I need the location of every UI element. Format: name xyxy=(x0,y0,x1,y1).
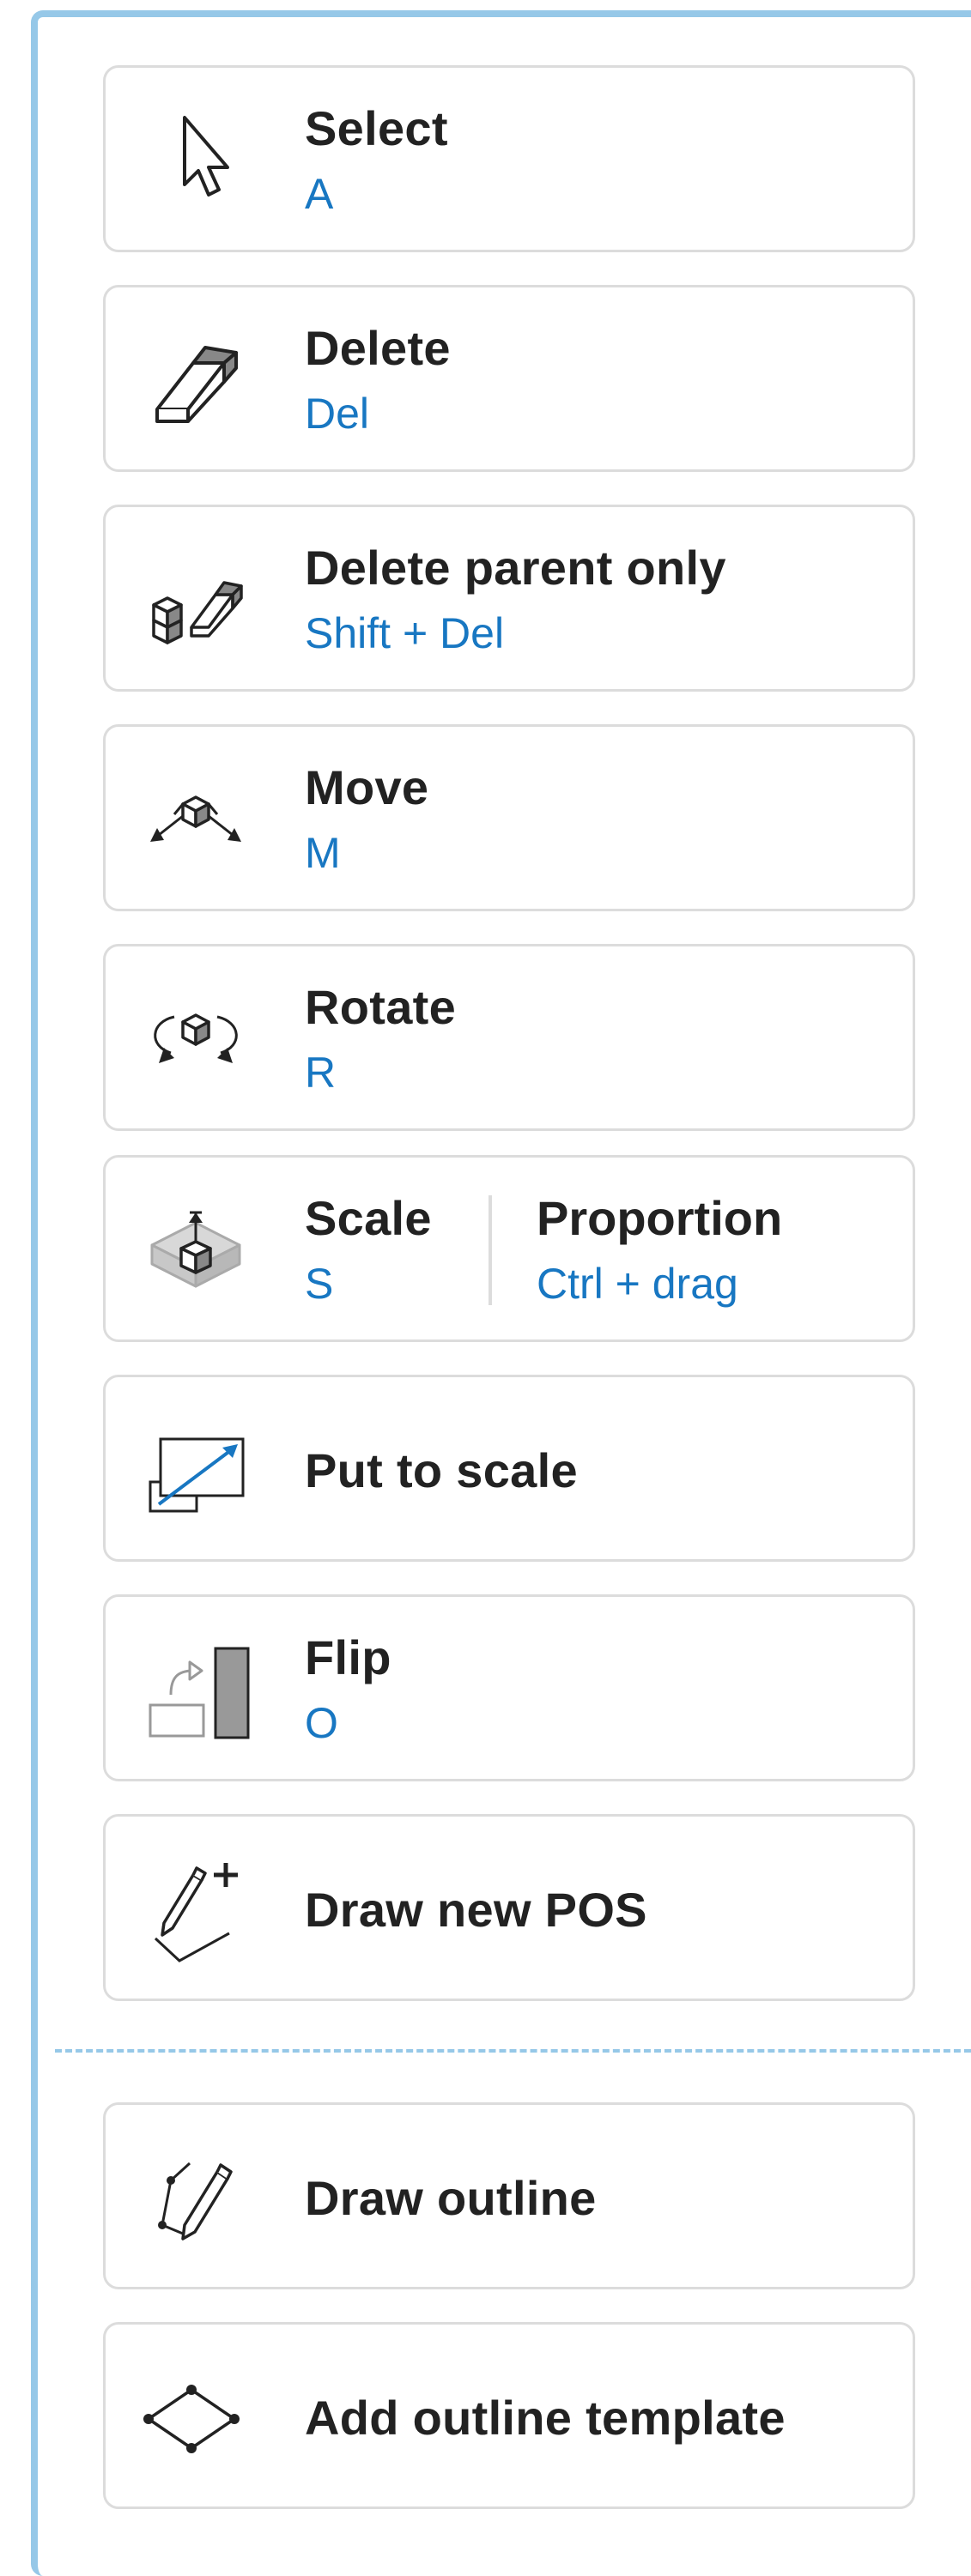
delete-parent-tool-shortcut: Shift + Del xyxy=(305,609,505,657)
move-cube-icon xyxy=(140,765,252,876)
flip-tool-button[interactable]: Flip O xyxy=(103,1594,915,1781)
move-tool-shortcut: M xyxy=(305,829,341,877)
rotate-tool-label: Rotate xyxy=(305,980,457,1034)
flip-tool-shortcut: O xyxy=(305,1699,338,1747)
flip-tool-label: Flip xyxy=(305,1630,391,1684)
move-tool-button[interactable]: Move M xyxy=(103,724,915,911)
delete-parent-icon xyxy=(140,545,252,656)
put-to-scale-icon xyxy=(140,1415,252,1527)
draw-new-pos-tool-button[interactable]: Draw new POS xyxy=(103,1814,915,2001)
outline-template-icon xyxy=(140,2362,252,2474)
add-outline-template-tool-button[interactable]: Add outline template xyxy=(103,2322,915,2509)
draw-outline-tool-label: Draw outline xyxy=(305,2171,597,2225)
scale-divider xyxy=(489,1195,492,1305)
delete-parent-tool-label: Delete parent only xyxy=(305,541,726,595)
select-tool-shortcut: A xyxy=(305,170,334,218)
rotate-cube-icon xyxy=(140,984,252,1096)
delete-parent-tool-button[interactable]: Delete parent only Shift + Del xyxy=(103,505,915,692)
select-tool-button[interactable]: Select A xyxy=(103,65,915,252)
delete-tool-label: Delete xyxy=(305,321,451,375)
draw-outline-icon xyxy=(140,2143,252,2254)
rotate-tool-shortcut: R xyxy=(305,1049,337,1097)
flip-icon xyxy=(140,1635,252,1746)
proportion-shortcut: Ctrl + drag xyxy=(537,1260,738,1308)
delete-tool-shortcut: Del xyxy=(305,390,370,438)
proportion-label: Proportion xyxy=(537,1191,783,1245)
select-tool-label: Select xyxy=(305,101,448,155)
scale-tool-button[interactable]: Scale S Proportion Ctrl + drag xyxy=(103,1155,915,1342)
put-to-scale-tool-button[interactable]: Put to scale xyxy=(103,1375,915,1562)
scale-tool-shortcut: S xyxy=(305,1260,334,1308)
scale-tool-label: Scale xyxy=(305,1191,432,1245)
move-tool-label: Move xyxy=(305,760,429,814)
put-to-scale-tool-label: Put to scale xyxy=(305,1443,578,1497)
delete-tool-button[interactable]: Delete Del xyxy=(103,285,915,472)
add-outline-template-tool-label: Add outline template xyxy=(305,2391,786,2445)
draw-new-pos-tool-label: Draw new POS xyxy=(305,1883,647,1937)
cursor-arrow-icon xyxy=(140,106,252,217)
rotate-tool-button[interactable]: Rotate R xyxy=(103,944,915,1131)
scale-cube-icon xyxy=(140,1195,252,1307)
draw-outline-tool-button[interactable]: Draw outline xyxy=(103,2102,915,2289)
draw-new-pos-icon xyxy=(140,1854,252,1966)
section-separator xyxy=(55,2049,971,2053)
eraser-icon xyxy=(140,325,252,437)
